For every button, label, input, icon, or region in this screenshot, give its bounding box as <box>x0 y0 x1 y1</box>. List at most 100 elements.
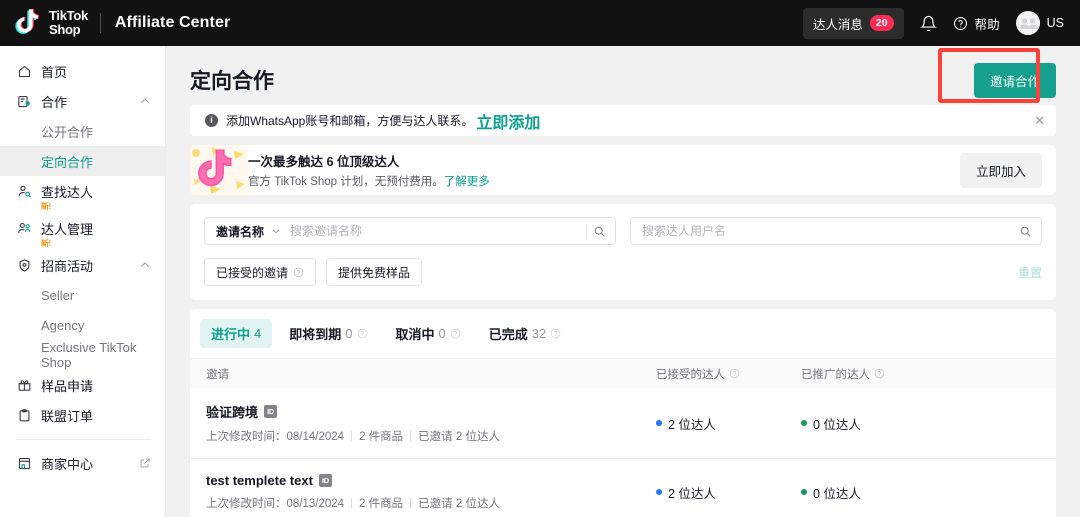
invite-products: 2 件商品 <box>359 428 403 444</box>
creator-messages-badge: 20 <box>870 15 894 31</box>
reset-filters-link[interactable]: 重置 <box>1018 264 1042 281</box>
bell-icon <box>920 15 937 32</box>
promoted-creators-value: 0 位达人 <box>813 483 861 502</box>
help-label: 帮助 <box>975 14 1000 33</box>
filter-row-chips: 已接受的邀请 提供免费样品 重置 <box>204 258 1042 286</box>
promo-learn-more-link[interactable]: 了解更多 <box>444 176 490 188</box>
meta-divider <box>410 498 411 508</box>
promo-title: 一次最多触达 6 位顶级达人 <box>248 151 490 170</box>
tab-completed-count: 32 <box>532 326 546 341</box>
chevron-down-icon[interactable] <box>271 226 281 236</box>
sidebar-group-campaigns[interactable]: 招商活动 <box>0 250 165 280</box>
table-header-row: 邀请 已接受的达人 已推广的达人 <box>190 358 1056 388</box>
sidebar-item-seller[interactable]: Seller <box>0 280 165 310</box>
notice-add-now-link[interactable]: 立即添加 <box>476 109 540 133</box>
tab-completed[interactable]: 已完成 32 <box>478 319 572 348</box>
avatar-icon <box>1016 11 1040 35</box>
creator-messages-button[interactable]: 达人消息 20 <box>803 8 904 39</box>
tab-cancelling[interactable]: 取消中 0 <box>385 319 472 348</box>
sidebar-item-find-creators[interactable]: 查找达人 新! <box>0 176 165 206</box>
invitations-table-card: 进行中 4 即将到期 0 取消中 0 <box>190 309 1056 517</box>
whatsapp-notice-banner: i 添加WhatsApp账号和邮箱，方便与达人联系。 立即添加 ✕ <box>190 105 1056 136</box>
sidebar-group-collaboration[interactable]: 合作 <box>0 86 165 116</box>
question-circle-icon <box>293 267 304 278</box>
invite-products: 2 件商品 <box>359 495 403 511</box>
search-icon[interactable] <box>1019 225 1032 238</box>
tab-in-progress[interactable]: 进行中 4 <box>200 319 272 348</box>
invite-collaboration-button[interactable]: 邀请合作 <box>974 63 1056 98</box>
page-header: 定向合作 邀请合作 <box>190 58 1056 102</box>
tab-completed-label: 已完成 <box>489 324 528 343</box>
notification-bell-button[interactable] <box>920 15 937 32</box>
id-badge-icon[interactable]: ID <box>319 474 332 487</box>
table-header-promoted: 已推广的达人 <box>801 366 961 382</box>
promo-artwork <box>190 145 248 195</box>
sidebar-item-targeted-collab[interactable]: 定向合作 <box>0 146 165 176</box>
id-badge-icon[interactable]: ID <box>264 405 277 418</box>
table-header-accepted: 已接受的达人 <box>656 366 801 382</box>
top-bar-actions: 达人消息 20 帮助 <box>803 8 1064 39</box>
brand-logo[interactable]: TikTok Shop <box>14 9 88 37</box>
status-dot-blue-icon <box>656 420 662 426</box>
close-icon[interactable]: ✕ <box>1034 113 1045 129</box>
status-dot-blue-icon <box>656 489 662 495</box>
tab-expiring-soon[interactable]: 即将到期 0 <box>278 319 378 348</box>
sidebar-item-creator-management[interactable]: 达人管理 新! <box>0 213 165 243</box>
tab-in-progress-label: 进行中 <box>211 324 250 343</box>
table-header-promoted-label: 已推广的达人 <box>801 366 870 382</box>
invite-modified-label: 上次修改时间： <box>206 431 287 443</box>
info-icon: i <box>205 114 218 127</box>
tiktok-note-icon <box>190 145 248 195</box>
sidebar-item-public-collab[interactable]: 公开合作 <box>0 116 165 146</box>
tab-cancelling-label: 取消中 <box>396 324 435 343</box>
avatar <box>1016 11 1040 35</box>
sidebar-item-exclusive-tiktok-shop[interactable]: Exclusive TikTok Shop <box>0 340 165 370</box>
help-button[interactable]: 帮助 <box>953 14 1000 33</box>
invite-name-select[interactable]: 邀请名称 <box>216 223 264 240</box>
invite-cell: test templete text ID 上次修改时间：08/13/2024 … <box>206 473 656 511</box>
creator-search-input[interactable] <box>642 224 1019 238</box>
invite-modified: 上次修改时间：08/13/2024 <box>206 495 344 511</box>
sidebar-item-find-creators-label: 查找达人 <box>41 182 151 201</box>
chevron-up-icon <box>139 95 151 107</box>
filter-free-sample-label: 提供免费样品 <box>338 264 410 281</box>
sidebar: 首页 合作 公开合作 定向合作 <box>0 46 166 517</box>
question-circle-icon <box>953 16 968 31</box>
sidebar-item-seller-center[interactable]: 商家中心 <box>0 448 165 478</box>
sidebar-item-home[interactable]: 首页 <box>0 56 165 86</box>
table-row[interactable]: 验证跨境 ID 上次修改时间：08/14/2024 2 件商品 已邀请 2 位达… <box>190 388 1056 459</box>
promo-join-button[interactable]: 立即加入 <box>960 153 1042 188</box>
accepted-creators-value: 2 位达人 <box>668 483 716 502</box>
invite-cell: 验证跨境 ID 上次修改时间：08/14/2024 2 件商品 已邀请 2 位达… <box>206 402 656 444</box>
search-input[interactable] <box>290 224 586 238</box>
invite-name[interactable]: test templete text ID <box>206 473 656 488</box>
invite-modified-date: 08/13/2024 <box>287 498 345 510</box>
status-dot-green-icon <box>801 489 807 495</box>
invite-name-text: test templete text <box>206 473 313 488</box>
table-header-accepted-label: 已接受的达人 <box>656 366 725 382</box>
sidebar-item-sample-requests[interactable]: 样品申请 <box>0 370 165 400</box>
question-circle-icon <box>874 368 885 379</box>
sidebar-item-affiliate-orders[interactable]: 联盟订单 <box>0 400 165 430</box>
user-menu[interactable]: US <box>1016 11 1064 35</box>
user-label: US <box>1047 16 1064 30</box>
table-row[interactable]: test templete text ID 上次修改时间：08/13/2024 … <box>190 459 1056 517</box>
promo-subtitle-text: 官方 TikTok Shop 计划，无预付费用。 <box>248 176 444 188</box>
search-icon[interactable] <box>593 225 606 238</box>
invite-meta: 上次修改时间：08/13/2024 2 件商品 已邀请 2 位达人 <box>206 495 656 511</box>
chevron-up-icon <box>139 259 151 271</box>
question-circle-icon <box>550 328 561 339</box>
sidebar-item-agency[interactable]: Agency <box>0 310 165 340</box>
filter-accepted-invites[interactable]: 已接受的邀请 <box>204 258 316 286</box>
invite-modified: 上次修改时间：08/14/2024 <box>206 428 344 444</box>
shield-icon <box>16 257 32 273</box>
app-title: Affiliate Center <box>115 14 230 32</box>
meta-divider <box>410 431 411 441</box>
filter-free-sample[interactable]: 提供免费样品 <box>326 258 422 286</box>
notice-text: 添加WhatsApp账号和邮箱，方便与达人联系。 <box>226 112 473 129</box>
gift-icon <box>16 377 32 393</box>
invite-modified-date: 08/14/2024 <box>287 431 345 443</box>
invite-name[interactable]: 验证跨境 ID <box>206 402 656 421</box>
table-header-invite: 邀请 <box>206 366 656 382</box>
sidebar-group-collaboration-label: 合作 <box>41 92 139 111</box>
